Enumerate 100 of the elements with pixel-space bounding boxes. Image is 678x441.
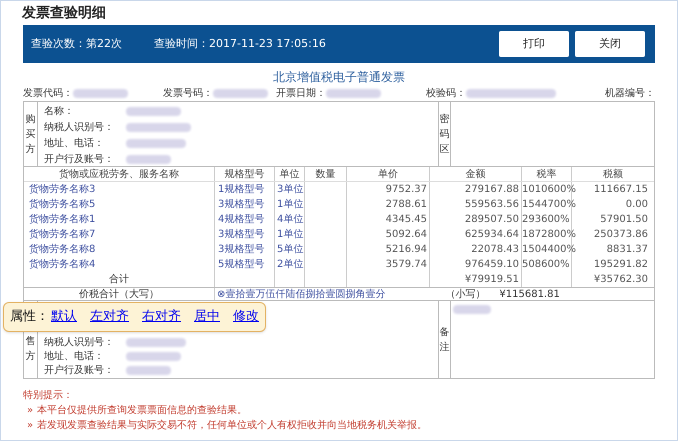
popup-link[interactable]: 修改: [233, 307, 259, 327]
table-cell-text: 2788.61: [386, 198, 427, 212]
popup-link[interactable]: 居中: [194, 307, 220, 327]
table-cell-text: 5092.64: [386, 228, 427, 242]
popup-link[interactable]: 右对齐: [142, 307, 181, 327]
table-cell-text: 289507.50: [464, 213, 519, 227]
check-count: 查验次数：第22次: [31, 36, 122, 52]
table-cell-text: 3规格型号: [218, 242, 264, 257]
column-header: 单价: [378, 168, 398, 182]
column-header: 规格型号: [224, 168, 264, 182]
total-tax: ¥35762.30: [594, 273, 648, 287]
page-title: 发票查验明细: [20, 4, 106, 23]
field-label: 地址、电话：: [44, 350, 105, 364]
table-cell-text: 9752.37: [386, 183, 427, 197]
column-header: 单位: [280, 168, 300, 182]
redacted-bar: [126, 352, 181, 360]
table-cell-text: 货物劳务名称4: [29, 258, 96, 272]
column-header: 数量: [316, 168, 336, 182]
redacted-bar: [126, 122, 191, 132]
table-cell-text: 1规格型号: [218, 182, 264, 197]
table-cell-text: 货物劳务名称7: [29, 228, 96, 242]
notice-text: 本平台仅提供所查询发票票面信息的查验结果。: [37, 404, 248, 418]
field-label: 纳税人识别号：: [44, 120, 115, 134]
column-header: 税额: [603, 168, 623, 182]
redacted-bar: [73, 88, 128, 98]
field-label: 机器编号：: [605, 86, 655, 100]
remarks-label: 备注: [440, 326, 450, 354]
field-label: 名称：: [44, 104, 75, 118]
redacted-bar: [126, 106, 181, 116]
table-cell-text: 195291.82: [594, 258, 648, 272]
field-label: 开户行及账号：: [44, 152, 115, 166]
table-cell-text: 508600%: [522, 258, 570, 272]
popup-label: 属性：: [10, 308, 49, 326]
toolbar-button[interactable]: 关闭: [575, 31, 645, 57]
table-cell-text: 293600%: [522, 213, 570, 227]
notice-text: 若发现发票查验结果与实际交易不符，任何单位或个人有权拒收并向当地税务机关举报。: [37, 418, 428, 433]
field-label: 纳税人识别号：: [44, 336, 115, 350]
table-cell-text: 625934.64: [464, 228, 519, 242]
table-cell-text: 0.00: [626, 198, 648, 212]
redacted-bar: [126, 138, 186, 148]
table-cell-text: 货物劳务名称5: [29, 198, 96, 212]
field-label: 校验码：: [426, 86, 466, 100]
redacted-bar: [453, 305, 491, 314]
table-cell-text: 货物劳务名称3: [29, 182, 96, 197]
total-label: 合计: [109, 272, 129, 287]
amount-in-words: ⊗壹拾壹万伍仟陆佰捌拾壹圆捌角壹分: [217, 288, 386, 302]
check-time: 查验时间：2017-11-23 17:05:16: [154, 36, 326, 52]
popup-link[interactable]: 左对齐: [90, 307, 129, 327]
table-cell-text: 3单位: [277, 182, 304, 197]
notice-title: 特别提示：: [23, 389, 73, 403]
table-cell-text: 3规格型号: [218, 198, 264, 212]
redacted-bar: [326, 88, 381, 98]
total-amount: ¥79919.51: [464, 273, 519, 287]
redacted-bar: [126, 154, 171, 164]
table-cell-text: 1504400%: [522, 243, 576, 257]
table-cell-text: 5规格型号: [218, 258, 264, 272]
table-cell-text: 4345.45: [386, 213, 427, 227]
table-cell-text: 2单位: [277, 258, 304, 272]
field-label: 发票号码：: [163, 86, 213, 100]
table-cell-text: 8831.37: [606, 243, 648, 257]
table-cell-text: 250373.86: [594, 228, 648, 242]
field-label: 发票代码：: [23, 86, 73, 100]
table-cell-text: 1872800%: [522, 228, 576, 242]
table-cell-text: 57901.50: [600, 213, 648, 227]
table-cell-text: 4单位: [277, 212, 304, 227]
table-cell-text: 3579.74: [386, 258, 427, 272]
table-cell-text: 4规格型号: [218, 212, 264, 227]
redacted-bar: [126, 366, 171, 374]
table-cell-text: 5单位: [277, 242, 304, 257]
amount-in-figures: ¥115681.81: [499, 288, 560, 302]
redacted-bar: [213, 88, 268, 98]
table-cell-text: 1单位: [277, 198, 304, 212]
table-cell-text: 111667.15: [594, 183, 648, 197]
table-cell-text: 5216.94: [386, 243, 427, 257]
field-label: 地址、电话：: [44, 136, 105, 150]
table-cell-text: 货物劳务名称8: [29, 242, 96, 257]
popup-link[interactable]: 默认: [51, 307, 77, 327]
bullet-icon: »: [27, 403, 34, 418]
table-cell-text: 22078.43: [471, 243, 519, 257]
column-header: 金额: [466, 168, 486, 182]
bullet-icon: »: [27, 418, 34, 433]
table-cell-text: 559563.56: [464, 198, 519, 212]
column-header: 税率: [536, 168, 556, 182]
table-cell-text: 1010600%: [522, 183, 576, 197]
field-label: 开票日期：: [276, 86, 326, 100]
table-cell-text: 1单位: [277, 228, 304, 242]
table-cell-text: 1544700%: [522, 198, 576, 212]
invoice-title: 北京增值税电子普通发票: [273, 69, 405, 85]
table-cell-text: 货物劳务名称1: [29, 212, 96, 227]
redacted-bar: [126, 338, 186, 346]
table-cell-text: 279167.88: [464, 183, 519, 197]
table-cell-text: 976459.10: [464, 258, 519, 272]
grand-total-label: 价税合计（大写）: [79, 288, 159, 302]
small-label: （小写）: [445, 288, 486, 302]
buyer-label: 购买方: [26, 112, 36, 156]
field-label: 开户行及账号：: [44, 364, 115, 378]
table-cell-text: 3规格型号: [218, 228, 264, 242]
toolbar-button[interactable]: 打印: [499, 31, 569, 57]
cipher-area-label: 密码区: [440, 112, 450, 156]
seller-label: 售方: [26, 335, 36, 364]
